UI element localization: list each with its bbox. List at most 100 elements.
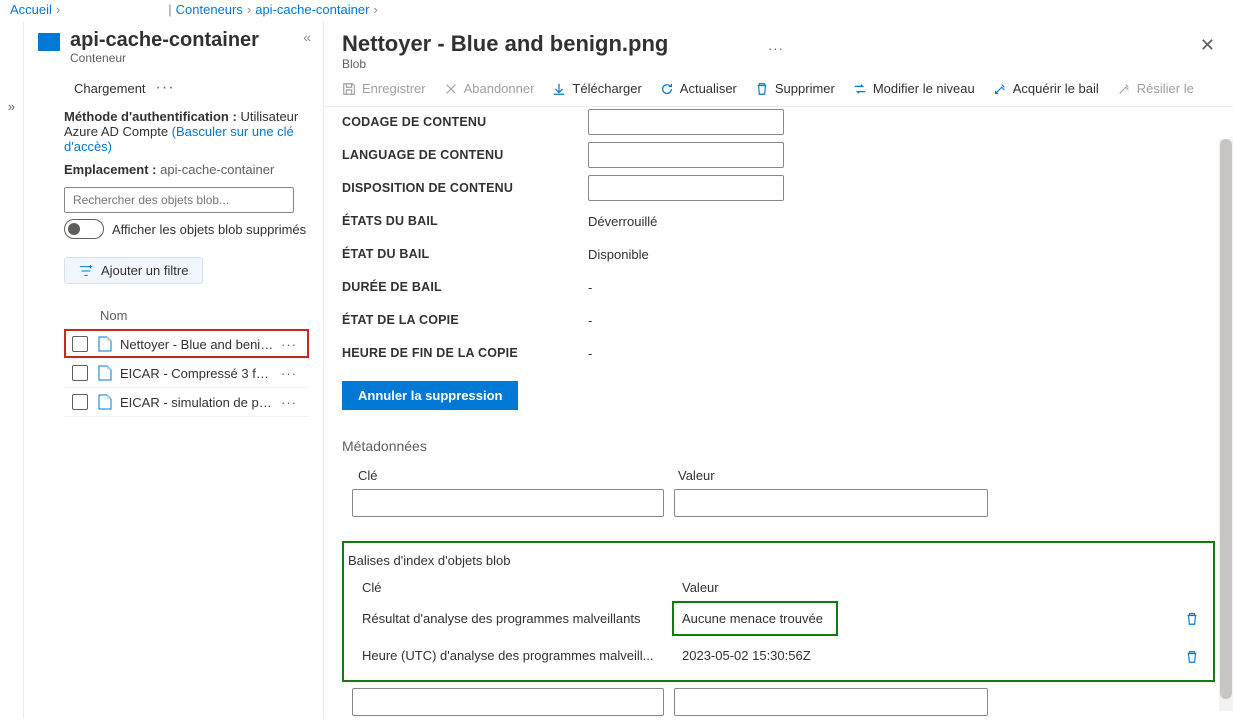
left-panel: api-cache-container Conteneur « Chargeme… <box>24 21 324 719</box>
add-filter-label: Ajouter un filtre <box>101 263 188 278</box>
acquire-icon <box>993 82 1007 96</box>
chevron-right-icon: › <box>56 2 60 17</box>
tag-delete-icon[interactable] <box>1185 611 1199 627</box>
prop-key-copy-end: HEURE DE FIN DE LA COPIE <box>342 346 588 360</box>
tag-key: Résultat d'analyse des programmes malvei… <box>362 611 682 626</box>
row-name: EICAR - Compressé 3 fois... <box>120 366 275 381</box>
meta-value-header: Valeur <box>678 468 1215 483</box>
discard-icon <box>444 82 458 96</box>
prop-val-lease-state: Disponible <box>588 247 649 262</box>
scrollbar-track[interactable] <box>1219 139 1233 711</box>
prop-val-copy-end: - <box>588 346 592 361</box>
meta-key-input[interactable] <box>352 489 664 517</box>
prop-input-encoding[interactable] <box>588 109 784 135</box>
release-icon <box>1117 82 1131 96</box>
search-blobs-input[interactable] <box>64 187 294 213</box>
close-icon[interactable]: ✕ <box>1200 35 1215 56</box>
blob-more-icon[interactable]: ··· <box>768 41 784 56</box>
nav-rail: » <box>0 21 24 719</box>
file-icon <box>98 394 112 410</box>
prop-key-lease-states: ÉTATS DU BAIL <box>342 214 588 228</box>
row-name: EICAR - simulation de progr... <box>120 395 275 410</box>
breadcrumb: Accueil › | Conteneurs › api-cache-conta… <box>0 0 1233 21</box>
tag-value-header: Valeur <box>682 580 1207 595</box>
column-name: Nom <box>64 308 309 323</box>
upload-button[interactable]: Chargement <box>68 81 146 96</box>
blob-row[interactable]: EICAR - simulation de progr... ··· <box>64 387 309 417</box>
filter-add-icon <box>79 264 93 278</box>
change-tier-icon <box>853 82 867 96</box>
show-deleted-label: Afficher les objets blob supprimés <box>112 222 306 237</box>
show-deleted-toggle[interactable] <box>64 219 104 239</box>
upload-label: Chargement <box>74 81 146 96</box>
prop-input-disposition[interactable] <box>588 175 784 201</box>
delete-icon <box>755 82 769 96</box>
prop-val-lease-states: Déverrouillé <box>588 214 657 229</box>
meta-value-input[interactable] <box>674 489 988 517</box>
row-more-icon[interactable]: ··· <box>275 337 303 352</box>
prop-key-disposition: DISPOSITION DE CONTENU <box>342 181 588 195</box>
change-tier-button[interactable]: Modifier le niveau <box>853 81 975 96</box>
scrollbar-thumb[interactable] <box>1220 139 1232 699</box>
prop-input-language[interactable] <box>588 142 784 168</box>
crumb-containers[interactable]: Conteneurs <box>176 2 243 17</box>
crumb-home[interactable]: Accueil <box>10 2 52 17</box>
discard-button[interactable]: Abandonner <box>444 81 535 96</box>
prop-key-lease-state: ÉTAT DU BAIL <box>342 247 588 261</box>
chevron-right-icon: › <box>373 2 377 17</box>
release-lease-button[interactable]: Résilier le <box>1117 81 1194 96</box>
download-icon <box>552 82 566 96</box>
blob-list: Nom Nettoyer - Blue and benign... ··· EI… <box>64 308 309 417</box>
undo-delete-button[interactable]: Annuler la suppression <box>342 381 518 410</box>
row-more-icon[interactable]: ··· <box>275 366 303 381</box>
container-subtitle: Conteneur <box>70 51 293 65</box>
blob-row[interactable]: Nettoyer - Blue and benign... ··· <box>64 329 309 358</box>
chevron-right-icon: › <box>247 2 251 17</box>
collapse-left-icon[interactable]: « <box>303 29 311 45</box>
delete-button[interactable]: Supprimer <box>755 81 835 96</box>
auth-method: Méthode d'authentification : Utilisateur… <box>64 109 309 154</box>
row-name: Nettoyer - Blue and benign... <box>120 337 275 352</box>
index-tags-heading: Balises d'index d'objets blob <box>346 553 1207 568</box>
acquire-lease-button[interactable]: Acquérir le bail <box>993 81 1099 96</box>
row-more-icon[interactable]: ··· <box>275 395 303 410</box>
tag-key: Heure (UTC) d'analyse des programmes mal… <box>362 648 682 663</box>
tag-delete-icon[interactable] <box>1185 648 1199 664</box>
tag-value: 2023-05-02 15:30:56Z <box>682 648 980 663</box>
prop-val-lease-duration: - <box>588 280 592 295</box>
file-icon <box>98 365 112 381</box>
prop-key-lease-duration: DURÉE DE BAIL <box>342 280 588 294</box>
tag-key-header: Clé <box>362 580 682 595</box>
right-panel: Nettoyer - Blue and benign.png Blob ··· … <box>324 21 1233 719</box>
command-bar: Enregistrer Abandonner Télécharger Actua… <box>324 73 1233 107</box>
row-checkbox[interactable] <box>72 365 88 381</box>
pipe-icon: | <box>168 2 171 17</box>
prop-key-language: LANGUAGE DE CONTENU <box>342 148 588 162</box>
save-icon <box>342 82 356 96</box>
prop-key-encoding: CODAGE DE CONTENU <box>342 115 588 129</box>
tag-row: Résultat d'analyse des programmes malvei… <box>346 595 1207 642</box>
tag-value: Aucune menace trouvée <box>672 601 838 636</box>
blob-title: Nettoyer - Blue and benign.png <box>342 31 758 57</box>
blob-subtitle: Blob <box>342 57 758 71</box>
prop-val-copy-state: - <box>588 313 592 328</box>
row-checkbox[interactable] <box>72 394 88 410</box>
expand-icon[interactable]: » <box>8 99 15 719</box>
row-checkbox[interactable] <box>72 336 88 352</box>
tag-value-input[interactable] <box>674 688 988 716</box>
prop-key-copy-state: ÉTAT DE LA COPIE <box>342 313 588 327</box>
refresh-button[interactable]: Actualiser <box>660 81 737 96</box>
meta-key-header: Clé <box>358 468 678 483</box>
metadata-heading: Métadonnées <box>342 438 1215 454</box>
location-line: Emplacement : api-cache-container <box>64 162 309 177</box>
blob-row[interactable]: EICAR - Compressé 3 fois... ··· <box>64 358 309 387</box>
tag-key-input[interactable] <box>352 688 664 716</box>
index-tags-section: Balises d'index d'objets blob Clé Valeur… <box>342 541 1215 682</box>
container-title: api-cache-container <box>70 29 293 51</box>
save-button[interactable]: Enregistrer <box>342 81 426 96</box>
add-filter-button[interactable]: Ajouter un filtre <box>64 257 203 284</box>
crumb-container[interactable]: api-cache-container <box>255 2 369 17</box>
more-icon[interactable]: ··· <box>156 79 175 97</box>
container-icon <box>38 33 60 51</box>
download-button[interactable]: Télécharger <box>552 81 641 96</box>
